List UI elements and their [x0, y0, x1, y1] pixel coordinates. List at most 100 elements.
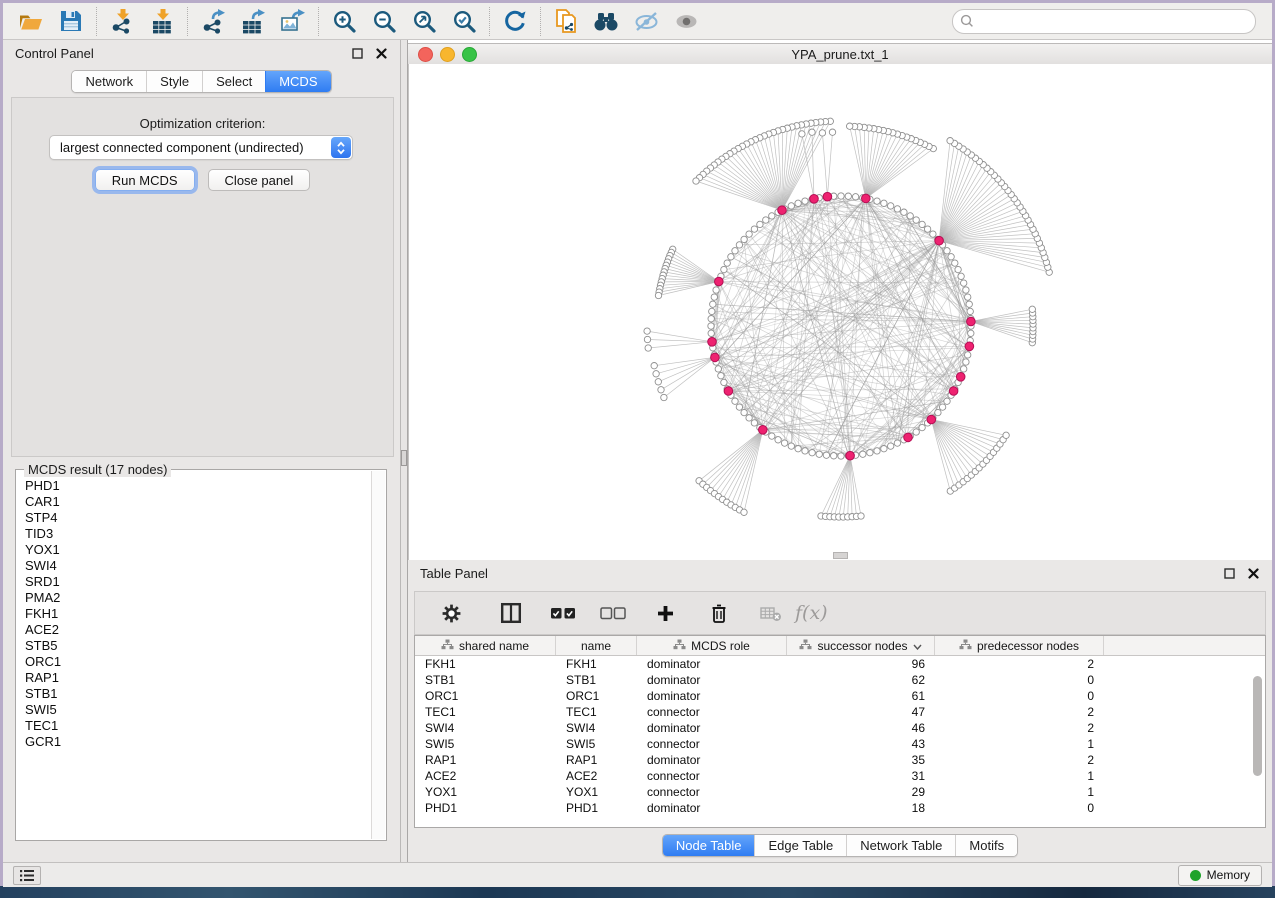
mcds-list-scrollbar[interactable]: [371, 471, 385, 839]
cell-MCDS-role[interactable]: dominator: [637, 800, 787, 816]
network-leaf-node[interactable]: [741, 509, 747, 515]
network-node[interactable]: [721, 379, 727, 385]
network-node[interactable]: [769, 213, 775, 219]
network-node[interactable]: [948, 254, 954, 260]
network-leaf-node[interactable]: [653, 371, 659, 377]
network-node[interactable]: [718, 373, 724, 379]
mcds-list-item[interactable]: RAP1: [25, 670, 372, 686]
network-node[interactable]: [838, 193, 844, 199]
network-graph[interactable]: [409, 64, 1273, 560]
network-node[interactable]: [809, 450, 815, 456]
table-row[interactable]: SWI5SWI5connector431: [415, 736, 1265, 752]
column-header-shared-name[interactable]: shared name: [415, 636, 556, 655]
network-node[interactable]: [965, 352, 971, 358]
splitter-handle[interactable]: [401, 450, 407, 466]
network-node[interactable]: [802, 198, 808, 204]
network-node[interactable]: [741, 409, 747, 415]
network-node[interactable]: [763, 217, 769, 223]
network-node[interactable]: [919, 221, 925, 227]
network-node[interactable]: [961, 280, 967, 286]
network-leaf-node[interactable]: [661, 394, 667, 400]
cell-successor-nodes[interactable]: 61: [787, 688, 935, 704]
cell-successor-nodes[interactable]: 43: [787, 736, 935, 752]
tab-network-table[interactable]: Network Table: [846, 835, 955, 856]
float-table-panel-button[interactable]: [1223, 567, 1236, 580]
mcds-hub-node[interactable]: [862, 194, 871, 203]
network-leaf-node[interactable]: [693, 178, 699, 184]
import-table-button[interactable]: [142, 6, 182, 37]
cell-predecessor-nodes[interactable]: 2: [935, 752, 1104, 768]
network-node[interactable]: [769, 433, 775, 439]
network-node[interactable]: [968, 330, 974, 336]
network-leaf-node[interactable]: [1029, 306, 1035, 312]
cell-name[interactable]: SWI4: [556, 720, 637, 736]
mcds-hub-node[interactable]: [935, 236, 944, 245]
cell-successor-nodes[interactable]: 47: [787, 704, 935, 720]
cell-name[interactable]: TEC1: [556, 704, 637, 720]
tab-network[interactable]: Network: [72, 71, 146, 92]
network-leaf-node[interactable]: [858, 513, 864, 519]
node-table[interactable]: shared namenameMCDS rolesuccessor nodesp…: [414, 635, 1266, 828]
network-node[interactable]: [881, 446, 887, 452]
close-panel-button[interactable]: [375, 47, 388, 60]
function-builder-button[interactable]: f(x): [795, 602, 828, 624]
cell-successor-nodes[interactable]: 31: [787, 768, 935, 784]
network-node[interactable]: [746, 231, 752, 237]
network-node[interactable]: [913, 217, 919, 223]
zoom-selected-button[interactable]: [444, 6, 484, 37]
network-node[interactable]: [708, 323, 714, 329]
table-row[interactable]: YOX1YOX1connector291: [415, 784, 1265, 800]
export-table-button[interactable]: [233, 6, 273, 37]
mcds-list-item[interactable]: GCR1: [25, 734, 372, 750]
mcds-hub-node[interactable]: [949, 387, 958, 396]
network-node[interactable]: [967, 308, 973, 314]
network-node[interactable]: [894, 440, 900, 446]
network-node[interactable]: [955, 266, 961, 272]
mcds-hub-node[interactable]: [759, 426, 768, 435]
table-row[interactable]: STB1STB1dominator620: [415, 672, 1265, 688]
zoom-out-button[interactable]: [364, 6, 404, 37]
mcds-list-item[interactable]: SWI4: [25, 558, 372, 574]
network-leaf-node[interactable]: [651, 363, 657, 369]
create-column-button[interactable]: [645, 596, 685, 630]
save-session-button[interactable]: [51, 6, 91, 37]
network-node[interactable]: [963, 359, 969, 365]
network-node[interactable]: [788, 443, 794, 449]
network-node[interactable]: [795, 446, 801, 452]
cell-MCDS-role[interactable]: dominator: [637, 672, 787, 688]
network-node[interactable]: [963, 287, 969, 293]
network-leaf-node[interactable]: [809, 129, 815, 135]
mcds-list-item[interactable]: YOX1: [25, 542, 372, 558]
mcds-list-item[interactable]: PMA2: [25, 590, 372, 606]
table-row[interactable]: ORC1ORC1dominator610: [415, 688, 1265, 704]
mcds-hub-node[interactable]: [810, 195, 819, 204]
network-node[interactable]: [775, 437, 781, 443]
network-node[interactable]: [802, 448, 808, 454]
cell-shared-name[interactable]: TEC1: [415, 704, 556, 720]
tab-mcds[interactable]: MCDS: [265, 71, 330, 92]
criterion-select[interactable]: largest connected component (undirected): [49, 135, 353, 160]
task-history-button[interactable]: [13, 866, 41, 885]
mcds-list-item[interactable]: STB1: [25, 686, 372, 702]
network-node[interactable]: [888, 443, 894, 449]
cell-predecessor-nodes[interactable]: 0: [935, 800, 1104, 816]
network-leaf-node[interactable]: [947, 138, 953, 144]
refresh-view-button[interactable]: [495, 6, 535, 37]
delete-column-button[interactable]: [699, 596, 739, 630]
network-leaf-node[interactable]: [847, 123, 853, 129]
network-node[interactable]: [724, 260, 730, 266]
network-node[interactable]: [935, 409, 941, 415]
table-row[interactable]: PHD1PHD1dominator180: [415, 800, 1265, 816]
network-node[interactable]: [845, 193, 851, 199]
network-node[interactable]: [919, 424, 925, 430]
mcds-hub-node[interactable]: [708, 338, 717, 347]
network-node[interactable]: [732, 248, 738, 254]
table-scrollbar[interactable]: [1253, 676, 1262, 776]
network-node[interactable]: [788, 203, 794, 209]
delete-table-button[interactable]: [751, 596, 791, 630]
mcds-hub-node[interactable]: [724, 387, 733, 396]
network-node[interactable]: [901, 209, 907, 215]
zoom-in-button[interactable]: [324, 6, 364, 37]
network-node[interactable]: [838, 453, 844, 459]
cell-shared-name[interactable]: SWI4: [415, 720, 556, 736]
